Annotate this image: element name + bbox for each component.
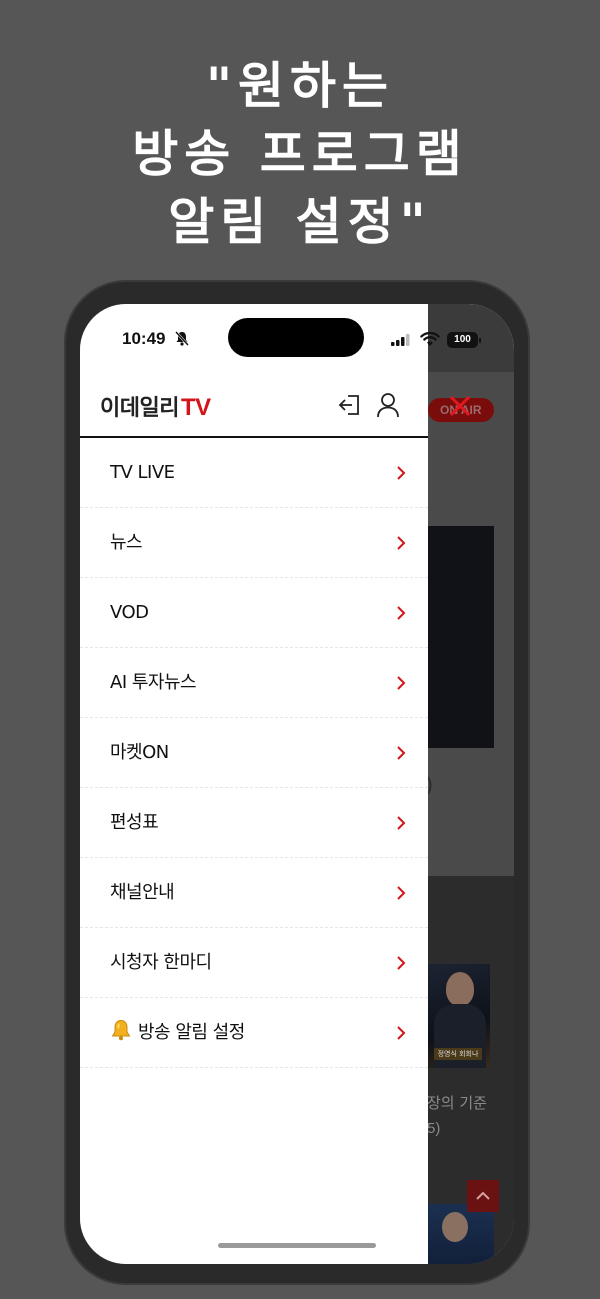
- menu-item-vod[interactable]: VOD: [80, 578, 428, 648]
- menu-item-text: VOD: [110, 602, 149, 623]
- menu-item-text: 뉴스: [110, 532, 143, 553]
- promo-line-1: "원하는: [205, 57, 395, 115]
- battery-indicator: 100: [447, 332, 481, 348]
- scroll-top-button[interactable]: [467, 1180, 499, 1212]
- thumbnail-face: [442, 1212, 468, 1242]
- chevron-up-icon: [476, 1191, 490, 1200]
- chevron-right-icon: [397, 676, 406, 690]
- phone-screen: ON AIR ) 정영식 회회나 장의 기준 5) 10:49 100 이데일리…: [80, 304, 514, 1264]
- background-video-thumbnail-2: 정영식 회회나: [428, 964, 490, 1068]
- menu-item-tv-live[interactable]: TV LIVE: [80, 438, 428, 508]
- signal-icon: [391, 334, 410, 346]
- chevron-right-icon: [397, 1026, 406, 1040]
- drawer-header: 이데일리TV: [80, 372, 428, 438]
- thumbnail-face: [446, 972, 474, 1006]
- menu-item-news[interactable]: 뉴스: [80, 508, 428, 578]
- menu-item-text: 방송 알림 설정: [138, 1022, 245, 1043]
- logo-tv: TV: [180, 394, 211, 421]
- menu-item-schedule[interactable]: 편성표: [80, 788, 428, 858]
- menu-item-viewer-comments[interactable]: 시청자 한마디: [80, 928, 428, 998]
- user-icon[interactable]: [376, 392, 400, 418]
- chevron-right-icon: [397, 536, 406, 550]
- home-indicator: [218, 1243, 376, 1248]
- close-icon[interactable]: [448, 394, 472, 418]
- promo-line-3: 알림 설정": [168, 193, 432, 251]
- dynamic-island: [228, 318, 364, 357]
- menu-item-label: 편성표: [110, 788, 159, 858]
- menu-item-label: AI 투자뉴스: [110, 648, 197, 718]
- chevron-right-icon: [397, 886, 406, 900]
- menu-item-text: 시청자 한마디: [110, 952, 212, 973]
- menu-item-text: TV LIVE: [110, 462, 175, 483]
- menu-item-text: AI 투자뉴스: [110, 672, 197, 693]
- menu-item-text: 채널안내: [110, 882, 175, 903]
- login-icon[interactable]: [338, 393, 362, 417]
- menu-item-text: 마켓ON: [110, 742, 169, 763]
- wifi-icon: [420, 331, 440, 346]
- logo-text: 이데일리: [100, 395, 179, 420]
- promo-line-2: 방송 프로그램: [132, 125, 468, 183]
- chevron-right-icon: [397, 816, 406, 830]
- background-video-thumbnail: [428, 526, 494, 748]
- menu-item-market-on[interactable]: 마켓ON: [80, 718, 428, 788]
- menu-item-label: 시청자 한마디: [110, 928, 212, 998]
- menu-item-label: TV LIVE: [110, 438, 175, 508]
- chevron-right-icon: [397, 606, 406, 620]
- background-caption: 장의 기준: [427, 1094, 487, 1112]
- menu-item-ai-invest-news[interactable]: AI 투자뉴스: [80, 648, 428, 718]
- drawer-menu: TV LIVE 뉴스 VOD AI 투자뉴스마켓ON 편성표채널안내시청자 한마디방송 …: [80, 438, 428, 1068]
- menu-item-broadcast-alert-settings[interactable]: 방송 알림 설정: [80, 998, 428, 1068]
- menu-item-label: 마켓ON: [110, 718, 169, 788]
- bell-icon: [111, 1019, 131, 1041]
- menu-item-label: 방송 알림 설정: [110, 998, 245, 1068]
- side-drawer: 이데일리TV TV LIVE 뉴스 VOD AI 투자뉴스마켓ON 편성표채널안내시청자…: [80, 304, 428, 1264]
- promo-headline: "원하는 방송 프로그램 알림 설정": [0, 52, 600, 256]
- thumbnail-label: 정영식 회회나: [434, 1048, 482, 1060]
- background-video-thumbnail-3: [428, 1204, 494, 1264]
- menu-item-label: VOD: [110, 578, 149, 648]
- app-logo[interactable]: 이데일리TV: [100, 390, 211, 422]
- chevron-right-icon: [397, 466, 406, 480]
- menu-item-label: 뉴스: [110, 508, 143, 578]
- bell-off-icon: [175, 331, 189, 346]
- chevron-right-icon: [397, 956, 406, 970]
- menu-item-label: 채널안내: [110, 858, 175, 928]
- chevron-right-icon: [397, 746, 406, 760]
- status-time: 10:49: [122, 329, 166, 348]
- menu-item-channel-guide[interactable]: 채널안내: [80, 858, 428, 928]
- background-caption-2: 5): [427, 1120, 441, 1137]
- menu-item-text: 편성표: [110, 812, 159, 833]
